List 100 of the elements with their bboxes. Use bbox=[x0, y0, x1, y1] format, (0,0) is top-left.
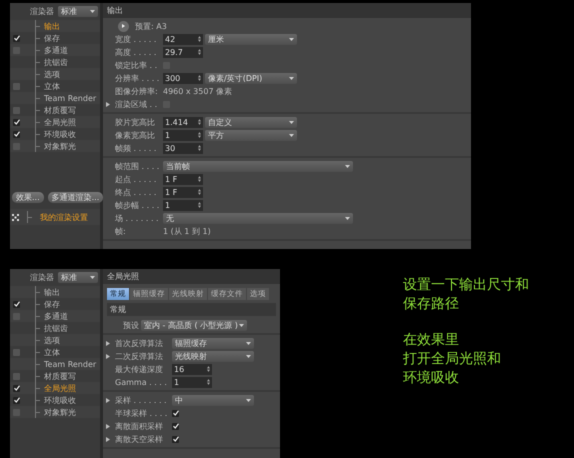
sidebar-item[interactable]: 保存 bbox=[44, 298, 60, 310]
spinner-icon[interactable] bbox=[207, 379, 210, 385]
caret-icon bbox=[289, 76, 294, 80]
select-dropdown[interactable]: 当前帧 bbox=[163, 160, 353, 172]
effect-button[interactable]: 效果... bbox=[12, 192, 44, 203]
spinner-icon[interactable] bbox=[198, 49, 201, 55]
number-field[interactable]: 29.7 bbox=[163, 46, 203, 58]
unit-dropdown[interactable]: 厘米 bbox=[205, 34, 297, 44]
spinner-icon[interactable] bbox=[207, 366, 210, 372]
number-field[interactable]: 1 F bbox=[163, 174, 203, 184]
unit-dropdown[interactable]: 平方 bbox=[205, 130, 297, 140]
expand-arrow-icon[interactable] bbox=[106, 354, 110, 358]
field-label: 半球采样 . . . . bbox=[115, 408, 168, 418]
checkbox[interactable] bbox=[13, 384, 20, 392]
number-field[interactable]: 16 bbox=[172, 364, 212, 374]
number-field[interactable]: 1 bbox=[163, 200, 203, 210]
expand-arrow-icon[interactable] bbox=[106, 102, 110, 106]
triangle-icon bbox=[122, 24, 125, 28]
annotation-text: 在效果里 bbox=[403, 331, 460, 350]
field-label: 宽度 . . . . . bbox=[115, 34, 158, 44]
unit-dropdown[interactable]: 像素/英寸(DPI) bbox=[205, 72, 297, 84]
checkbox[interactable] bbox=[172, 422, 179, 430]
sidebar-item[interactable]: 环境吸收 bbox=[44, 394, 76, 406]
info-value: 4960 x 3507 像素 bbox=[163, 86, 232, 96]
checkbox[interactable] bbox=[13, 300, 20, 308]
select-dropdown[interactable]: 光线映射 bbox=[172, 350, 254, 362]
info-value: 1 (从 1 到 1) bbox=[163, 226, 211, 236]
sidebar-item[interactable]: 抗锯齿 bbox=[44, 322, 68, 334]
caret-icon bbox=[289, 134, 294, 136]
number-field[interactable]: 42 bbox=[163, 34, 203, 44]
spinner-icon[interactable] bbox=[198, 132, 201, 138]
caret-icon bbox=[345, 216, 350, 220]
annotation-text: 打开全局光照和 bbox=[403, 350, 502, 369]
checkbox[interactable] bbox=[13, 348, 20, 356]
sidebar-item[interactable]: 抗锯齿 bbox=[44, 56, 68, 68]
spinner-icon[interactable] bbox=[198, 176, 201, 182]
section-header: 常规 bbox=[107, 303, 276, 316]
caret-icon bbox=[345, 164, 350, 168]
number-field[interactable]: 30 bbox=[163, 142, 203, 154]
field-label: 终点 . . . . . bbox=[115, 186, 158, 198]
sidebar-item[interactable]: 环境吸收 bbox=[44, 128, 76, 140]
checkbox[interactable] bbox=[13, 396, 20, 404]
expand-arrow-icon[interactable] bbox=[106, 424, 110, 428]
field-label: Gamma . . . . bbox=[115, 378, 168, 386]
sidebar-item[interactable]: 保存 bbox=[44, 32, 60, 44]
spinner-icon[interactable] bbox=[198, 119, 201, 125]
number-field[interactable]: 1 bbox=[163, 130, 203, 140]
sidebar-item[interactable]: 材质覆写 bbox=[44, 370, 76, 382]
spinner-icon[interactable] bbox=[198, 75, 201, 81]
renderer-dropdown[interactable]: 标准 bbox=[58, 272, 98, 283]
sidebar-item[interactable]: 立体 bbox=[44, 80, 60, 92]
preset-button[interactable] bbox=[118, 20, 129, 32]
caret-icon bbox=[246, 354, 251, 358]
sidebar-item[interactable]: 选项 bbox=[44, 68, 60, 80]
number-field[interactable]: 1.414 bbox=[163, 116, 203, 128]
checkbox[interactable] bbox=[172, 436, 179, 442]
expand-arrow-icon[interactable] bbox=[106, 398, 110, 402]
field-label: 最大传递深度 bbox=[115, 364, 164, 374]
sidebar-item[interactable]: 立体 bbox=[44, 346, 60, 358]
checkbox[interactable] bbox=[13, 34, 20, 42]
field-label: 帧范围 . . . . bbox=[115, 160, 160, 172]
unit-dropdown[interactable]: 自定义 bbox=[205, 116, 297, 128]
number-field[interactable]: 300 bbox=[163, 72, 203, 84]
caret-icon bbox=[289, 120, 294, 124]
sidebar-item[interactable]: 材质覆写 bbox=[44, 104, 76, 116]
field-label: 采样 . . . . . . . bbox=[115, 394, 168, 406]
spinner-icon[interactable] bbox=[198, 202, 201, 208]
checkbox[interactable] bbox=[13, 372, 20, 380]
select-dropdown[interactable]: 无 bbox=[163, 212, 353, 224]
field-label: 帧步幅 . . . . bbox=[115, 200, 160, 210]
preset-label: 预置: A3 bbox=[135, 20, 167, 32]
field-label: 离散面积采样 bbox=[115, 420, 164, 432]
spinner-icon[interactable] bbox=[198, 36, 201, 42]
sidebar-item[interactable]: 输出 bbox=[44, 286, 60, 298]
renderer-dropdown[interactable]: 标准 bbox=[58, 6, 98, 17]
field-label: 帧频 . . . . . bbox=[115, 142, 158, 154]
sidebar-item[interactable]: 选项 bbox=[44, 334, 60, 346]
settings-node-icon bbox=[12, 214, 19, 220]
select-dropdown[interactable]: 辐照缓存 bbox=[172, 338, 254, 348]
preset-dropdown[interactable]: 室内 - 高品质 ( 小型光源 ) bbox=[141, 320, 247, 330]
number-field[interactable]: 1 F bbox=[163, 186, 203, 198]
expand-arrow-icon[interactable] bbox=[106, 436, 110, 442]
checkbox[interactable] bbox=[13, 130, 20, 138]
renderer-label: 渲染器 bbox=[30, 272, 54, 283]
field-label: 锁定比率 . . bbox=[115, 60, 158, 70]
spinner-icon[interactable] bbox=[198, 145, 201, 151]
effect-button[interactable]: 多通道渲染... bbox=[48, 192, 104, 203]
sidebar-item[interactable]: 输出 bbox=[44, 20, 60, 32]
field-label: 预设 bbox=[123, 320, 139, 330]
number-field[interactable]: 1 bbox=[172, 376, 212, 388]
checkbox[interactable] bbox=[13, 106, 20, 114]
spinner-icon[interactable] bbox=[198, 189, 201, 195]
checkbox[interactable] bbox=[13, 118, 20, 126]
select-dropdown[interactable]: 中 bbox=[172, 394, 254, 406]
field-label: 图像分辨率: bbox=[115, 86, 159, 96]
expand-arrow-icon[interactable] bbox=[106, 340, 110, 346]
checkbox[interactable] bbox=[13, 82, 20, 90]
annotation-text: 设置一下输出尺寸和 bbox=[403, 276, 529, 295]
renderer-label: 渲染器 bbox=[30, 6, 54, 17]
checkbox[interactable] bbox=[172, 410, 179, 416]
